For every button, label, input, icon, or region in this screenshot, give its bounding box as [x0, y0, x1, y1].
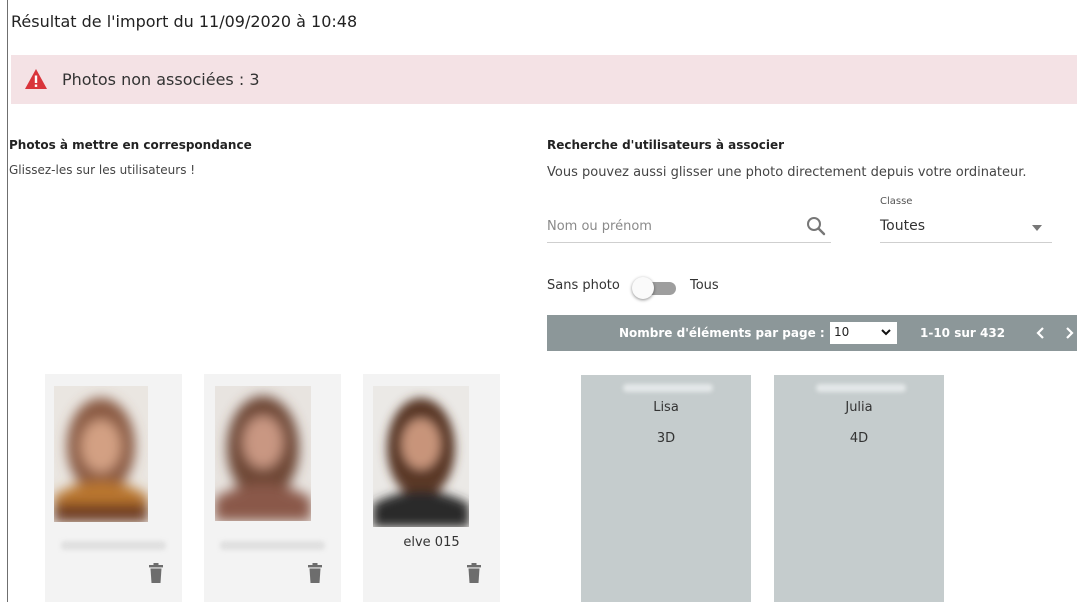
search-input[interactable]: [547, 214, 787, 238]
unmatched-photo-card[interactable]: [45, 374, 182, 602]
per-page-select[interactable]: 10: [830, 322, 897, 344]
trash-icon[interactable]: [466, 563, 482, 583]
user-first-name: Julia: [845, 400, 873, 415]
toggle-label-without-photo: Sans photo: [547, 278, 620, 293]
unmatched-photo-card[interactable]: elve 015: [363, 374, 500, 602]
portrait-photo: [54, 386, 148, 522]
user-class: 3D: [656, 431, 676, 446]
user-lastname-blurred: [816, 384, 906, 392]
page-title: Résultat de l'import du 11/09/2020 à 10:…: [11, 12, 358, 31]
alert-banner: Photos non associées : 3: [11, 55, 1077, 104]
photo-name-blurred: [220, 541, 325, 550]
class-filter-value: Toutes: [880, 218, 926, 234]
photo-name-blurred: [61, 541, 166, 550]
photo-filter-toggle[interactable]: [630, 276, 678, 300]
class-filter-label: Classe: [880, 196, 913, 207]
search-icon[interactable]: [806, 216, 826, 236]
page-range: 1-10 sur 432: [920, 326, 1006, 340]
pagination-bar: Nombre d'éléments par page : 10 1-10 sur…: [547, 315, 1077, 351]
warning-icon: [25, 69, 47, 89]
user-first-name: Lisa: [653, 400, 679, 415]
per-page-value: 10: [834, 325, 850, 339]
photos-section-subtitle: Glissez-les sur les utilisateurs !: [9, 163, 196, 177]
search-field: [547, 212, 831, 243]
unmatched-photo-card[interactable]: [204, 374, 341, 602]
per-page-label: Nombre d'éléments par page :: [619, 326, 825, 340]
user-lastname-blurred: [623, 384, 713, 392]
trash-icon[interactable]: [307, 563, 323, 583]
caret-down-icon: [1032, 225, 1042, 231]
photo-name: elve 015: [403, 535, 460, 550]
next-page-icon[interactable]: [1062, 324, 1076, 342]
alert-text: Photos non associées : 3: [62, 70, 260, 89]
toggle-label-all: Tous: [690, 278, 719, 293]
toggle-knob: [632, 277, 654, 299]
portrait-photo: [215, 386, 311, 521]
users-section-subtitle: Vous pouvez aussi glisser une photo dire…: [547, 165, 1027, 180]
frame-border: [7, 0, 8, 602]
users-section-heading: Recherche d'utilisateurs à associer: [547, 138, 785, 152]
class-filter-select[interactable]: Toutes: [880, 212, 1052, 243]
trash-icon[interactable]: [148, 563, 164, 583]
portrait-photo: [373, 386, 469, 527]
user-class: 4D: [849, 431, 869, 446]
chevron-down-icon: [881, 329, 891, 336]
user-card[interactable]: Lisa 3D: [581, 375, 751, 602]
photos-section-heading: Photos à mettre en correspondance: [9, 138, 252, 152]
user-card[interactable]: Julia 4D: [774, 375, 944, 602]
previous-page-icon[interactable]: [1034, 324, 1048, 342]
